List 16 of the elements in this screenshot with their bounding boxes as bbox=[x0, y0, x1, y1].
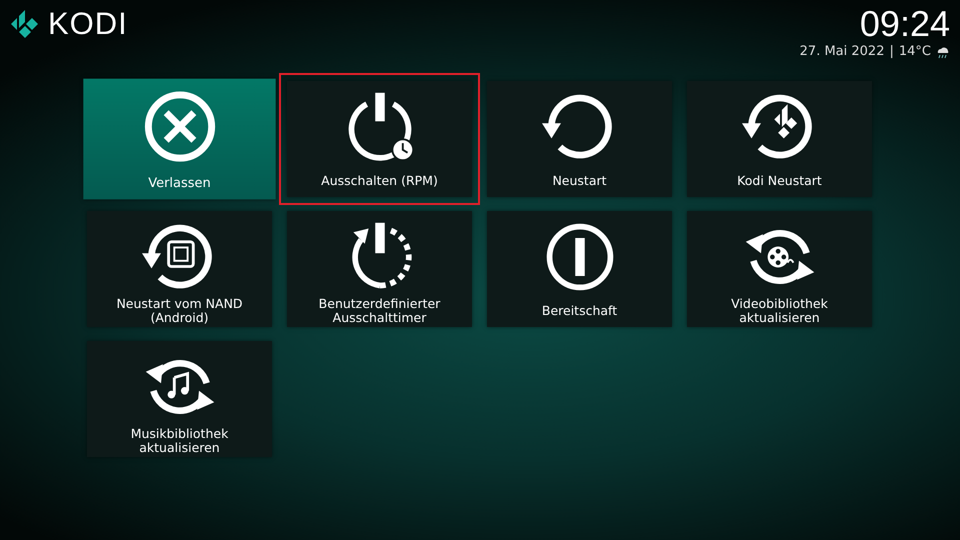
menu-tile[interactable]: Neustart bbox=[487, 81, 672, 197]
date-text: 27. Mai 2022 bbox=[800, 44, 884, 59]
temperature-text: 14°C bbox=[898, 44, 931, 59]
menu-tile[interactable]: Ausschalten (RPM) bbox=[287, 81, 472, 197]
separator-text: | bbox=[889, 44, 894, 59]
rain-cloud-icon bbox=[936, 44, 950, 58]
clock-time: 09:24 bbox=[860, 6, 950, 42]
menu-tile[interactable]: Benutzerdefinierter Ausschalttimer bbox=[287, 211, 472, 327]
menu-tile[interactable]: Neustart vom NAND (Android) bbox=[87, 211, 272, 327]
menu-tile[interactable]: Bereitschaft bbox=[487, 211, 672, 327]
logo-text: KODI bbox=[48, 6, 128, 42]
menu-tile[interactable]: Musikbibliothek aktualisieren bbox=[87, 341, 272, 457]
menu-tile[interactable]: Videobibliothek aktualisieren bbox=[687, 211, 872, 327]
menu-tile[interactable]: Kodi Neustart bbox=[687, 81, 872, 197]
menu-tile[interactable]: Verlassen bbox=[83, 78, 276, 200]
logo-icon bbox=[10, 9, 40, 39]
